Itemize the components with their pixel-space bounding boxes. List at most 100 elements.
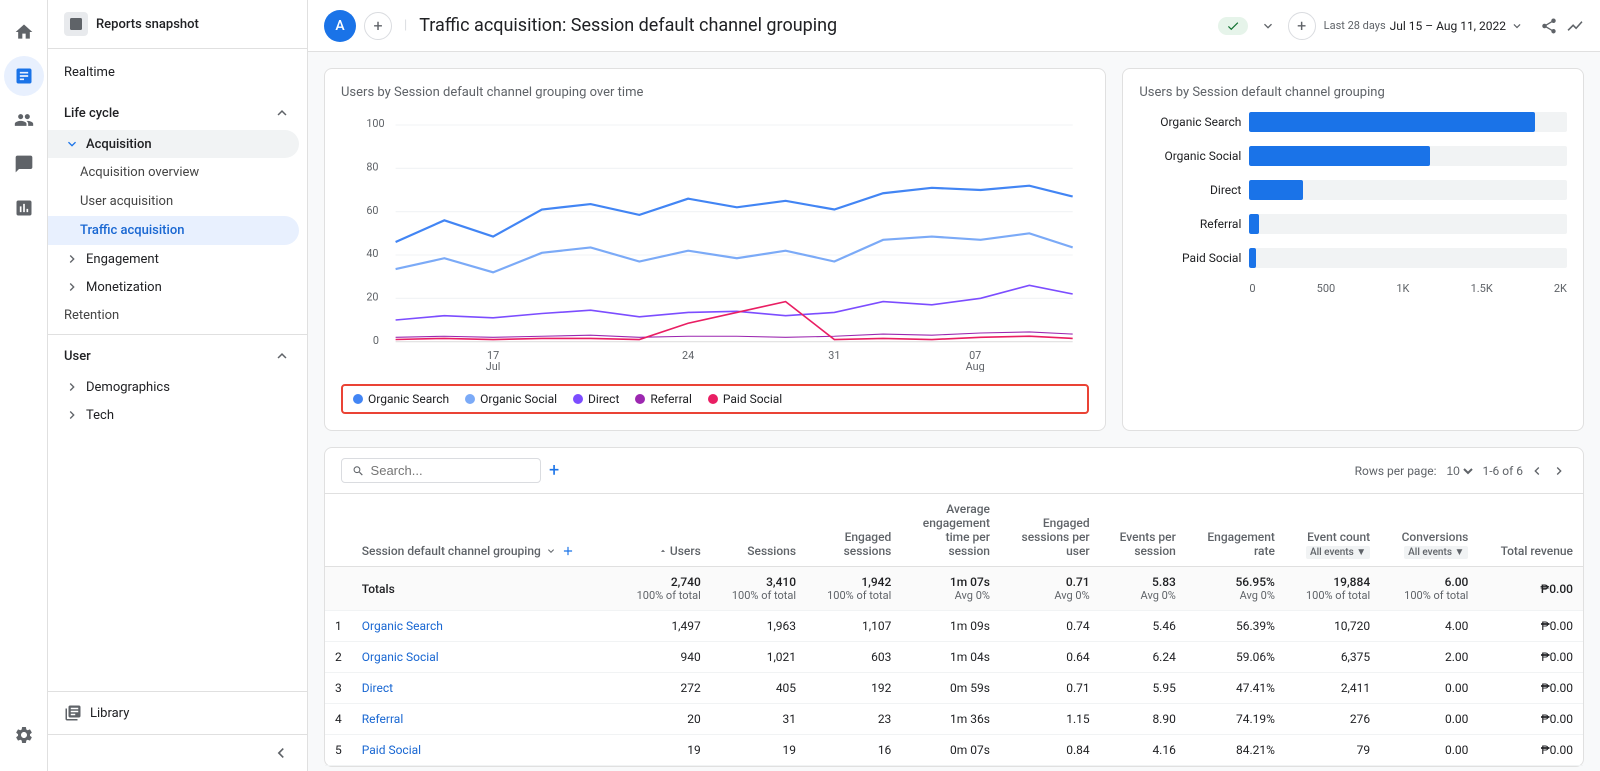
legend-organic-social: Organic Social — [465, 392, 557, 406]
row2-channel[interactable]: Organic Social — [352, 642, 616, 673]
add-dimension-btn[interactable]: + — [549, 460, 559, 481]
line-chart-title: Users by Session default channel groupin… — [341, 85, 1089, 100]
row2-rank: 2 — [325, 642, 352, 673]
home-icon-btn[interactable] — [4, 12, 44, 52]
acquisition-overview-nav-item[interactable]: Acquisition overview — [48, 158, 299, 187]
row3-sessions: 405 — [711, 673, 806, 704]
marketing-icon-btn[interactable] — [4, 144, 44, 184]
engagement-nav-item[interactable]: Engagement — [48, 245, 307, 273]
row5-channel[interactable]: Paid Social — [352, 735, 616, 766]
add-property-btn[interactable]: + — [364, 12, 392, 40]
legend-direct: Direct — [573, 392, 619, 406]
legend-paid-social: Paid Social — [708, 392, 782, 406]
bar-fill-referral — [1249, 214, 1259, 234]
col-eng-rate-header: Engagementrate — [1186, 494, 1285, 567]
dropdown-btn[interactable] — [1260, 18, 1276, 34]
event-count-filter[interactable]: All events ▼ — [1306, 546, 1370, 559]
row2-event-count: 6,375 — [1285, 642, 1380, 673]
row1-channel[interactable]: Organic Search — [352, 611, 616, 642]
next-page-icon[interactable] — [1551, 463, 1567, 479]
acquisition-overview-label: Acquisition overview — [80, 165, 199, 180]
demographics-nav-item[interactable]: Demographics — [48, 373, 307, 401]
lifecycle-header[interactable]: Life cycle — [48, 96, 307, 130]
search-input[interactable] — [371, 463, 530, 478]
row2-engaged: 603 — [806, 642, 901, 673]
row2-users: 940 — [616, 642, 711, 673]
audience-icon-btn[interactable] — [4, 100, 44, 140]
analytics-icon-btn[interactable] — [4, 56, 44, 96]
table-row: 3 Direct 272 405 192 0m 59s 0.71 5.95 47… — [325, 673, 1583, 704]
col-users-header[interactable]: Users — [616, 494, 711, 567]
date-range-value[interactable]: Jul 15 – Aug 11, 2022 — [1390, 19, 1506, 33]
realtime-nav-item[interactable]: Realtime — [48, 57, 299, 88]
row4-channel[interactable]: Referral — [352, 704, 616, 735]
reports-snapshot-label[interactable]: Reports snapshot — [96, 17, 199, 32]
user-acquisition-nav-item[interactable]: User acquisition — [48, 187, 299, 216]
user-avatar[interactable]: A — [324, 10, 356, 42]
row2-revenue: ₱0.00 — [1478, 642, 1583, 673]
row1-users: 1,497 — [616, 611, 711, 642]
table-row: 4 Referral 20 31 23 1m 36s 1.15 8.90 74.… — [325, 704, 1583, 735]
add-report-btn[interactable]: + — [1288, 12, 1316, 40]
row1-conversions: 4.00 — [1380, 611, 1478, 642]
row3-users: 272 — [616, 673, 711, 704]
totals-label: Totals — [352, 567, 616, 611]
share-icon[interactable] — [1540, 17, 1558, 35]
legend-dot-organic-search — [353, 394, 363, 404]
svg-text:60: 60 — [366, 204, 378, 217]
row1-eng-rate: 56.39% — [1186, 611, 1285, 642]
chevron-right-monetization-icon — [64, 279, 80, 295]
svg-text:100: 100 — [366, 117, 384, 130]
library-nav-item[interactable]: Library — [48, 691, 307, 734]
traffic-acquisition-nav-item[interactable]: Traffic acquisition — [48, 216, 299, 245]
col-channel-header[interactable]: Session default channel grouping — [352, 494, 616, 567]
row5-users: 19 — [616, 735, 711, 766]
svg-text:80: 80 — [366, 161, 378, 174]
tech-nav-item[interactable]: Tech — [48, 401, 307, 429]
row3-events-per: 5.95 — [1100, 673, 1186, 704]
icon-sidebar — [0, 0, 48, 771]
bar-fill-organic-social — [1249, 146, 1430, 166]
table-toolbar: + Rows per page: 10 25 50 1-6 of 6 — [325, 448, 1583, 494]
retention-nav-item[interactable]: Retention — [48, 301, 299, 330]
col-eng-per-user-header: Engagedsessions peruser — [1000, 494, 1100, 567]
row3-eng-per-user: 0.71 — [1000, 673, 1100, 704]
legend-referral: Referral — [635, 392, 692, 406]
row2-eng-rate: 59.06% — [1186, 642, 1285, 673]
bar-track-referral — [1249, 214, 1567, 234]
calendar-chevron-icon — [1510, 19, 1524, 33]
svg-text:31: 31 — [828, 349, 840, 362]
search-box[interactable] — [341, 458, 541, 483]
chevron-left-icon — [271, 743, 291, 763]
row3-conversions: 0.00 — [1380, 673, 1478, 704]
row3-avg-time: 0m 59s — [901, 673, 1000, 704]
nav-collapse-btn[interactable] — [48, 734, 307, 771]
bar-axis: 05001K1.5K2K — [1249, 282, 1567, 295]
legend-dot-referral — [635, 394, 645, 404]
user-section-header[interactable]: User — [48, 339, 307, 373]
settings-icon-btn[interactable] — [4, 715, 44, 755]
monetization-nav-item[interactable]: Monetization — [48, 273, 307, 301]
rows-per-page-select[interactable]: 10 25 50 — [1442, 463, 1476, 479]
row1-revenue: ₱0.00 — [1478, 611, 1583, 642]
row3-channel[interactable]: Direct — [352, 673, 616, 704]
charts-row: Users by Session default channel groupin… — [324, 68, 1584, 431]
totals-revenue: ₱0.00 — [1478, 567, 1583, 611]
chevron-up-icon — [273, 104, 291, 122]
add-col-icon[interactable] — [561, 544, 575, 558]
chevron-right-demographics-icon — [64, 379, 80, 395]
acquisition-nav-item[interactable]: Acquisition — [48, 130, 299, 158]
bar-row-referral: Referral — [1139, 214, 1567, 234]
realtime-label: Realtime — [64, 65, 115, 80]
report-icon-btn[interactable] — [4, 188, 44, 228]
row1-engaged: 1,107 — [806, 611, 901, 642]
user-acquisition-label: User acquisition — [80, 194, 173, 209]
chart-icon[interactable] — [1566, 17, 1584, 35]
prev-page-icon[interactable] — [1529, 463, 1545, 479]
row1-sessions: 1,963 — [711, 611, 806, 642]
row5-eng-per-user: 0.84 — [1000, 735, 1100, 766]
row4-event-count: 276 — [1285, 704, 1380, 735]
conversions-filter[interactable]: All events ▼ — [1404, 546, 1468, 559]
demographics-label: Demographics — [86, 380, 170, 395]
sort-icon — [545, 545, 557, 557]
